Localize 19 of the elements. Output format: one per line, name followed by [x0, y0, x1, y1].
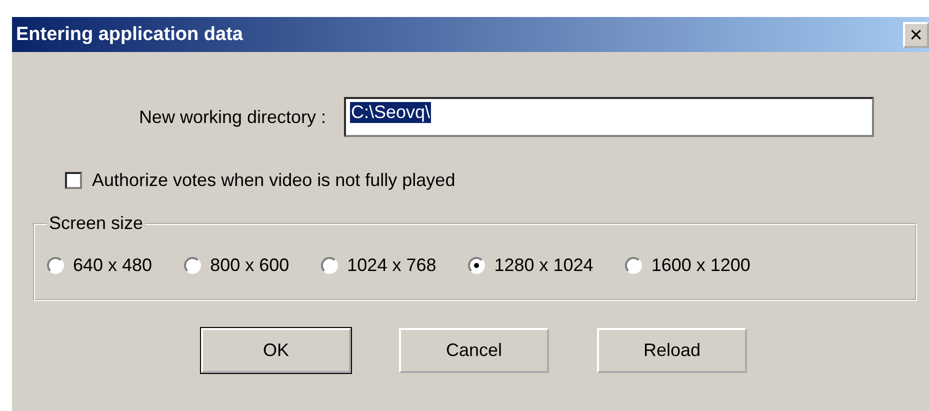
radio-button[interactable]	[184, 257, 202, 274]
radio-button[interactable]	[47, 257, 64, 274]
radio-label[interactable]: 640 x 480	[73, 255, 152, 276]
radio-label[interactable]: 1024 x 768	[347, 255, 436, 276]
field-label: New working directory :	[138, 106, 326, 128]
directory-field[interactable]: C:\Seovq\	[344, 97, 874, 137]
radio-label[interactable]: 800 x 600	[210, 255, 290, 276]
checkbox-label[interactable]: Authorize votes when video is not fully played	[92, 170, 456, 191]
radio-button[interactable]	[468, 257, 486, 274]
close-button[interactable]: ×	[903, 22, 929, 48]
dialog-button[interactable]: OK	[201, 328, 351, 373]
window-title: Entering application data	[16, 24, 243, 46]
dialog-button[interactable]: Reload	[597, 328, 747, 373]
checkbox[interactable]	[65, 172, 82, 189]
radio-button[interactable]	[321, 257, 338, 274]
radio-button[interactable]	[625, 257, 642, 274]
radio-label[interactable]: 1600 x 1200	[651, 255, 750, 276]
radio-label[interactable]: 1280 x 1024	[494, 255, 594, 276]
dialog-button[interactable]: Cancel	[399, 328, 549, 373]
